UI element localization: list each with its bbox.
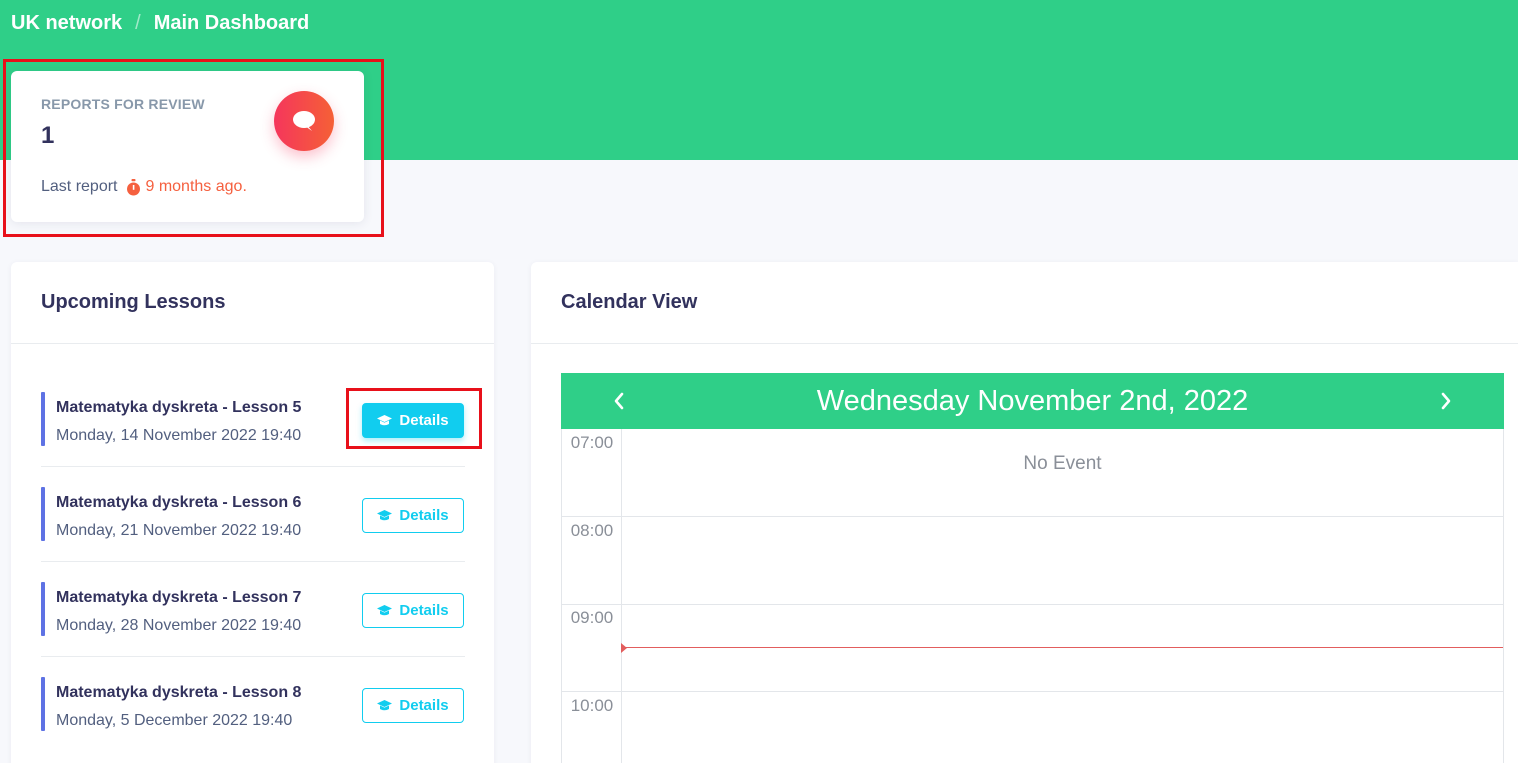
time-label: 09:00 bbox=[570, 608, 614, 627]
details-button[interactable]: Details bbox=[362, 498, 464, 533]
chevron-left-icon bbox=[614, 392, 624, 410]
now-indicator-line bbox=[622, 647, 1503, 648]
last-report: Last report 9 months ago. bbox=[41, 178, 247, 196]
calendar-date-label: Wednesday November 2nd, 2022 bbox=[816, 384, 1249, 417]
details-button-label: Details bbox=[399, 507, 449, 524]
lesson-name: Matematyka dyskreta - Lesson 5 bbox=[56, 399, 302, 416]
time-slot[interactable] bbox=[562, 692, 1503, 763]
chat-bubble-icon bbox=[274, 91, 334, 151]
time-slot[interactable] bbox=[562, 604, 1503, 692]
breadcrumb-network[interactable]: UK network bbox=[11, 12, 122, 35]
calendar-prev-button[interactable] bbox=[591, 373, 647, 429]
lesson-date: Monday, 21 November 2022 19:40 bbox=[56, 522, 302, 539]
last-report-since: 9 months ago. bbox=[126, 178, 247, 196]
lesson-date: Monday, 28 November 2022 19:40 bbox=[56, 617, 302, 634]
lesson-item: Matematyka dyskreta - Lesson 5 Monday, 1… bbox=[41, 372, 465, 467]
stat-title: REPORTS FOR REVIEW bbox=[41, 96, 205, 112]
graduation-cap-icon bbox=[377, 604, 393, 615]
lesson-accent-bar bbox=[41, 677, 45, 731]
details-button[interactable]: Details bbox=[362, 403, 464, 438]
graduation-cap-icon bbox=[377, 509, 393, 520]
lesson-name: Matematyka dyskreta - Lesson 6 bbox=[56, 494, 302, 511]
lesson-item: Matematyka dyskreta - Lesson 7 Monday, 2… bbox=[41, 562, 465, 657]
breadcrumb-page: Main Dashboard bbox=[153, 12, 310, 34]
calendar-next-button[interactable] bbox=[1418, 373, 1474, 429]
details-button-label: Details bbox=[399, 697, 449, 714]
breadcrumb: UK network / Main Dashboard bbox=[11, 12, 309, 35]
graduation-cap-icon bbox=[377, 699, 393, 710]
now-indicator-arrow bbox=[621, 643, 627, 653]
lesson-list: Matematyka dyskreta - Lesson 5 Monday, 1… bbox=[41, 372, 465, 752]
lesson-accent-bar bbox=[41, 487, 45, 541]
graduation-cap-icon bbox=[377, 414, 393, 425]
chevron-right-icon bbox=[1441, 392, 1451, 410]
upcoming-lessons-title: Upcoming Lessons bbox=[11, 262, 494, 344]
lesson-date: Monday, 14 November 2022 19:40 bbox=[56, 427, 302, 444]
last-report-since-text: 9 months ago. bbox=[145, 178, 247, 195]
calendar-toolbar: Wednesday November 2nd, 2022 bbox=[561, 373, 1504, 429]
details-button[interactable]: Details bbox=[362, 688, 464, 723]
lesson-accent-bar bbox=[41, 582, 45, 636]
lesson-item: Matematyka dyskreta - Lesson 8 Monday, 5… bbox=[41, 657, 465, 752]
lesson-name: Matematyka dyskreta - Lesson 7 bbox=[56, 589, 302, 606]
details-button-label: Details bbox=[399, 602, 449, 619]
time-label: 10:00 bbox=[570, 696, 614, 715]
lesson-date: Monday, 5 December 2022 19:40 bbox=[56, 712, 293, 729]
lesson-accent-bar bbox=[41, 392, 45, 446]
details-button[interactable]: Details bbox=[362, 593, 464, 628]
lesson-name: Matematyka dyskreta - Lesson 8 bbox=[56, 684, 302, 701]
stopwatch-icon bbox=[127, 178, 141, 195]
calendar-view-title: Calendar View bbox=[531, 262, 1518, 344]
reports-for-review-card: REPORTS FOR REVIEW 1 Last report 9 month… bbox=[11, 71, 364, 222]
time-slot[interactable] bbox=[562, 517, 1503, 605]
lesson-item: Matematyka dyskreta - Lesson 6 Monday, 2… bbox=[41, 467, 465, 562]
details-button-label: Details bbox=[399, 412, 449, 429]
last-report-label: Last report bbox=[41, 178, 118, 195]
breadcrumb-separator: / bbox=[135, 12, 141, 34]
stat-value: 1 bbox=[41, 122, 55, 149]
time-label: 08:00 bbox=[570, 521, 614, 540]
upcoming-lessons-card: Upcoming Lessons Matematyka dyskreta - L… bbox=[11, 262, 494, 763]
no-event-label: No Event bbox=[1023, 453, 1102, 474]
calendar-day-grid[interactable]: 07:00 08:00 09:00 10:00 No Event bbox=[561, 429, 1504, 763]
time-label: 07:00 bbox=[570, 433, 614, 452]
calendar-view-card: Calendar View Wednesday November 2nd, 20… bbox=[531, 262, 1518, 763]
